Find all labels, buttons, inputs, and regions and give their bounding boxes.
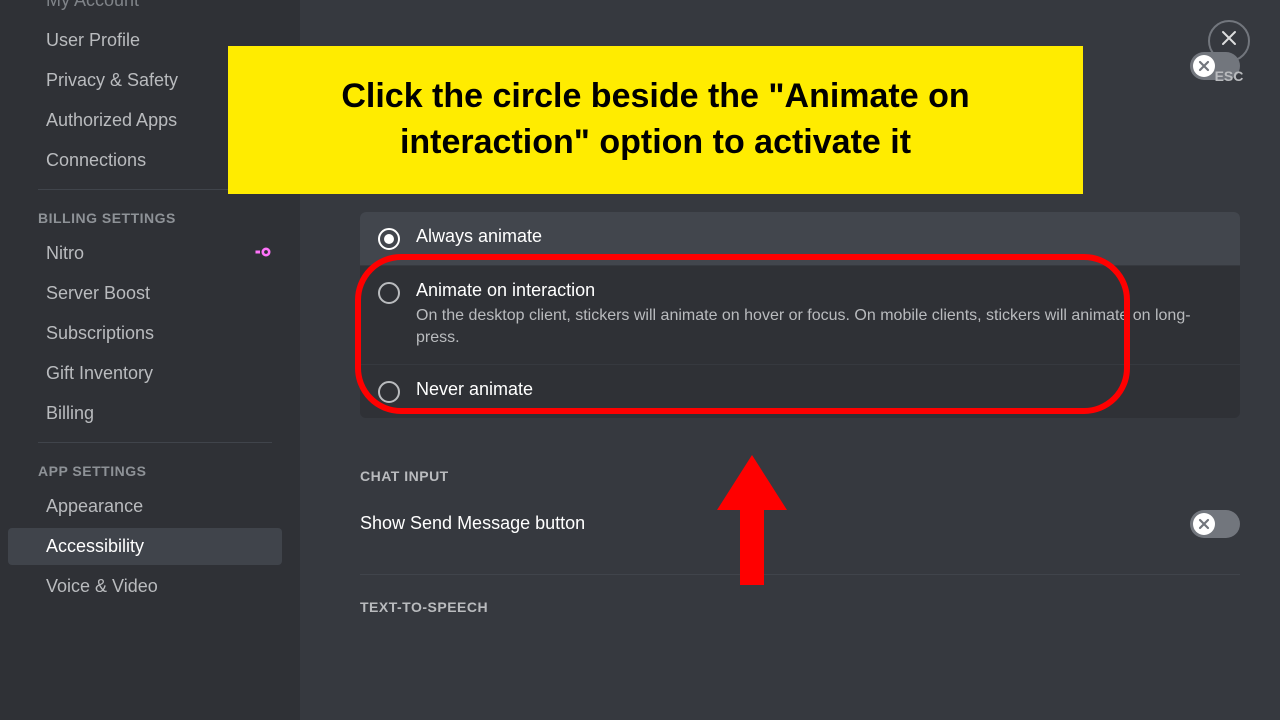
close-button[interactable] [1208, 20, 1250, 62]
sidebar-item-label: Accessibility [46, 536, 144, 557]
annotation-callout: Click the circle beside the "Animate on … [228, 46, 1083, 194]
sidebar-item-label: Authorized Apps [46, 110, 177, 131]
section-heading-chat-input: CHAT INPUT [360, 468, 1240, 484]
close-label: ESC [1208, 68, 1250, 84]
close-area: ESC [1208, 20, 1250, 84]
sidebar-item-label: Billing [46, 403, 94, 424]
sidebar-item-label: Server Boost [46, 283, 150, 304]
radio-circle-icon [378, 282, 400, 304]
sidebar-item-gift-inventory[interactable]: Gift Inventory [8, 355, 282, 392]
sidebar-item-accessibility[interactable]: Accessibility [8, 528, 282, 565]
sidebar-item-voice-video[interactable]: Voice & Video [8, 568, 282, 605]
sidebar-item-label: Privacy & Safety [46, 70, 178, 91]
toggle-knob [1193, 513, 1215, 535]
sidebar-item-nitro[interactable]: Nitro [8, 235, 282, 272]
sidebar-item-label: My Account [46, 0, 139, 11]
radio-option-never-animate[interactable]: Never animate [360, 364, 1240, 418]
sidebar-heading-app: APP SETTINGS [0, 453, 290, 485]
stickers-animation-group: Always animate Animate on interaction On… [360, 212, 1240, 418]
radio-option-always-animate[interactable]: Always animate [360, 212, 1240, 265]
sidebar-divider [38, 442, 272, 443]
sidebar-item-label: Gift Inventory [46, 363, 153, 384]
setting-label-show-send: Show Send Message button [360, 513, 585, 534]
sidebar-item-label: Appearance [46, 496, 143, 517]
sidebar-item-label: User Profile [46, 30, 140, 51]
sidebar-item-appearance[interactable]: Appearance [8, 488, 282, 525]
sidebar-item-label: Voice & Video [46, 576, 158, 597]
toggle-show-send-message[interactable] [1190, 510, 1240, 538]
sidebar-item-billing[interactable]: Billing [8, 395, 282, 432]
divider [360, 574, 1240, 575]
nitro-icon [254, 243, 272, 264]
radio-circle-icon [378, 228, 400, 250]
radio-description: On the desktop client, stickers will ani… [416, 305, 1222, 350]
sidebar-heading-billing: BILLING SETTINGS [0, 200, 290, 232]
sidebar-item-my-account[interactable]: My Account [8, 0, 282, 19]
radio-option-animate-on-interaction[interactable]: Animate on interaction On the desktop cl… [360, 265, 1240, 364]
radio-title: Never animate [416, 379, 1222, 400]
sidebar-item-label: Subscriptions [46, 323, 154, 344]
section-heading-tts: TEXT-TO-SPEECH [360, 599, 1240, 615]
radio-title: Animate on interaction [416, 280, 1222, 301]
sidebar-item-label: Nitro [46, 243, 84, 264]
sidebar-item-subscriptions[interactable]: Subscriptions [8, 315, 282, 352]
radio-circle-icon [378, 381, 400, 403]
radio-title: Always animate [416, 226, 1222, 247]
close-icon [1220, 29, 1238, 53]
sidebar-item-label: Connections [46, 150, 146, 171]
sidebar-item-server-boost[interactable]: Server Boost [8, 275, 282, 312]
